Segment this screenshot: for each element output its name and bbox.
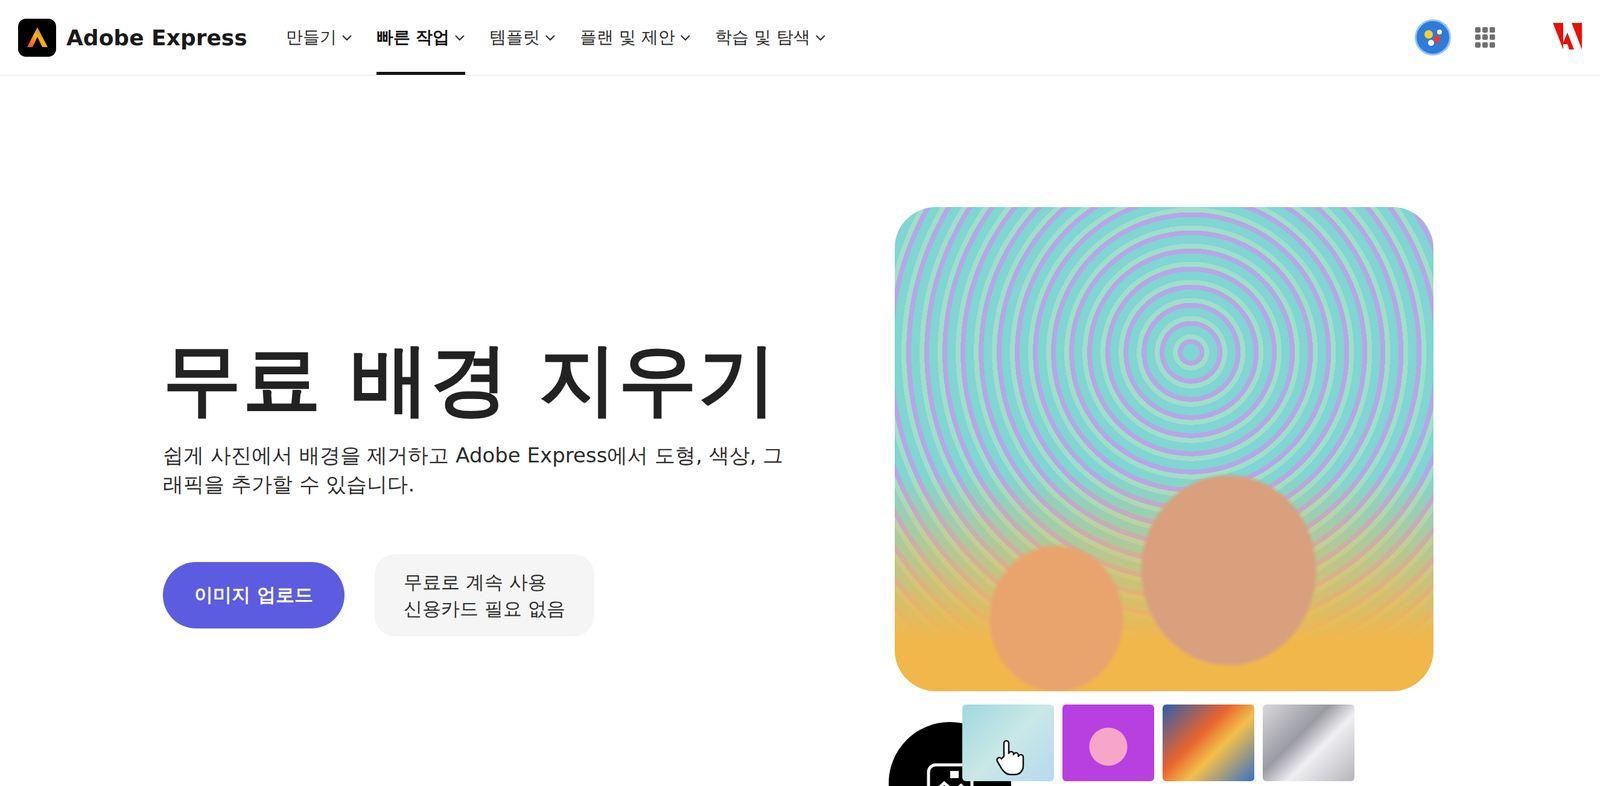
nav-label[interactable]: 플랜 및 제안 — [579, 25, 676, 49]
brand-name[interactable]: Adobe Express — [66, 25, 248, 51]
nav-item[interactable]: 빠른 작업 — [376, 0, 466, 75]
top-bar: Adobe Express 만들기 빠른 작업 템플릿 플랜 및 제안 학습 및 탐색 — [0, 0, 1600, 76]
logo-mark-icon — [25, 25, 50, 50]
hero-visual — [894, 75, 1434, 786]
chevron-down-icon — [679, 33, 691, 42]
nav-item[interactable]: 플랜 및 제안 — [579, 0, 691, 75]
background-thumbnail[interactable] — [1062, 704, 1155, 781]
hero-title: 무료 배경 지우기 — [162, 336, 895, 423]
background-thumbnails — [962, 704, 1434, 781]
main-nav: 만들기 빠른 작업 템플릿 플랜 및 제안 학습 및 탐색 — [285, 0, 826, 75]
hero-text: 무료 배경 지우기쉽게 사진에서 배경을 제거하고 Adobe Express에… — [0, 75, 895, 786]
note-line: 무료로 계속 사용 — [403, 568, 566, 595]
chevron-down-icon — [341, 33, 353, 42]
chevron-down-icon — [544, 33, 556, 42]
header-actions — [1414, 0, 1582, 75]
background-thumbnail[interactable] — [1162, 704, 1255, 781]
upload-button[interactable]: 이미지 업로드 — [162, 561, 345, 629]
avatar-icon[interactable] — [1414, 19, 1451, 56]
hand-cursor-icon — [995, 739, 1026, 778]
nav-label[interactable]: 학습 및 탐색 — [714, 25, 811, 49]
nav-item[interactable]: 만들기 — [285, 0, 353, 75]
apps-grid-icon[interactable] — [1475, 27, 1496, 48]
adobe-express-logo-icon[interactable] — [18, 18, 57, 57]
chevron-down-icon — [454, 33, 466, 42]
nav-label[interactable]: 만들기 — [285, 25, 337, 49]
avatar-art-icon — [1416, 21, 1450, 54]
nav-label[interactable]: 템플릿 — [489, 25, 540, 49]
adobe-mark-icon — [1552, 22, 1582, 50]
hero-subtitle: 쉽게 사진에서 배경을 제거하고 Adobe Express에서 도형, 색상,… — [162, 440, 803, 499]
nav-item[interactable]: 학습 및 탐색 — [714, 0, 826, 75]
pointer-hand-icon — [995, 739, 1026, 776]
hero-section: 무료 배경 지우기쉽게 사진에서 배경을 제거하고 Adobe Express에… — [0, 75, 1600, 786]
adobe-logo-icon[interactable] — [1552, 22, 1582, 52]
chevron-down-icon — [815, 33, 826, 42]
hero-photo — [894, 206, 1434, 691]
nav-label[interactable]: 빠른 작업 — [376, 25, 451, 49]
background-thumbnail[interactable] — [1262, 704, 1355, 781]
brand[interactable]: Adobe Express — [18, 0, 248, 75]
free-note: 무료로 계속 사용신용카드 필요 없음 — [374, 553, 595, 636]
hero-actions: 이미지 업로드 무료로 계속 사용신용카드 필요 없음 — [162, 553, 895, 636]
note-line: 신용카드 필요 없음 — [403, 594, 566, 622]
nav-item[interactable]: 템플릿 — [489, 0, 556, 75]
